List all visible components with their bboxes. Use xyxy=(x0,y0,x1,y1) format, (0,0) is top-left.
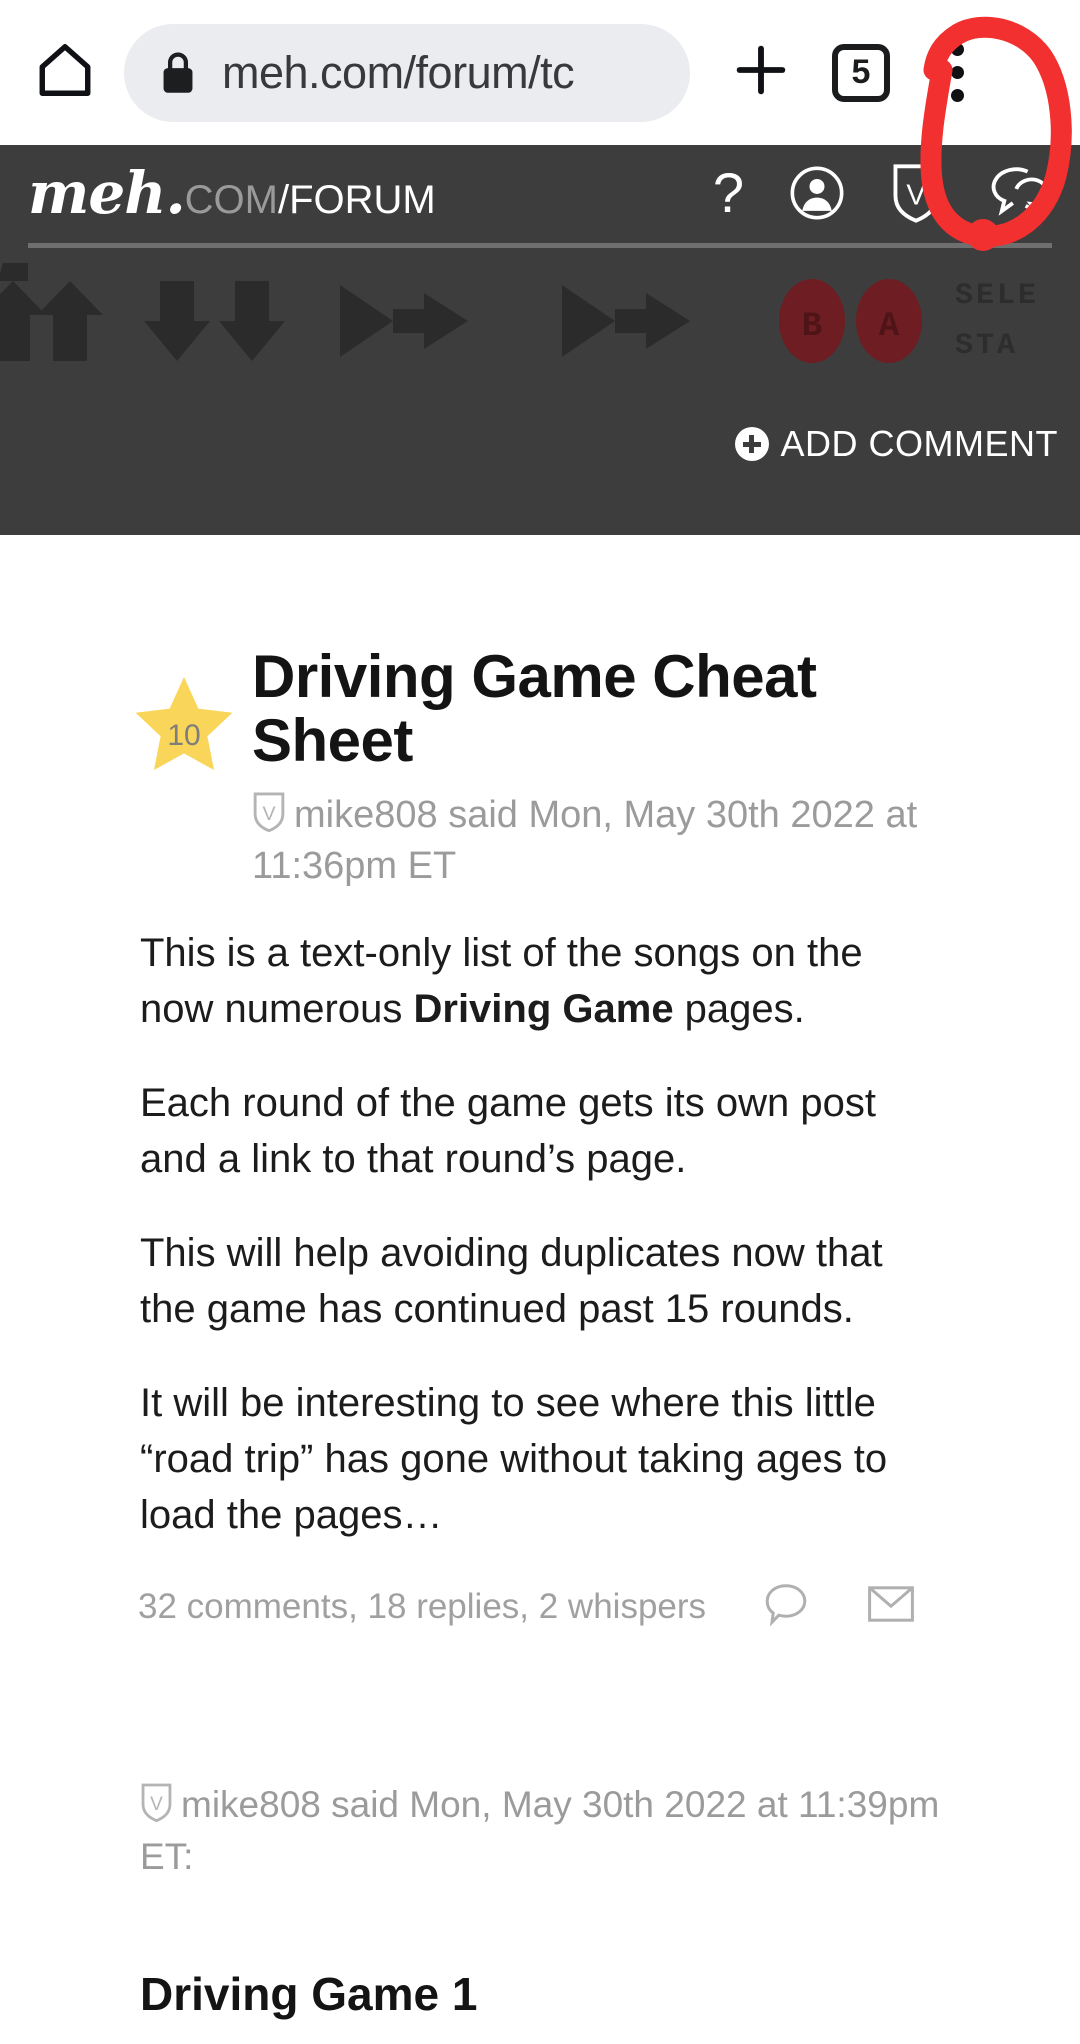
tab-switcher-button[interactable]: 5 xyxy=(832,43,890,102)
post-body: This is a text-only list of the songs on… xyxy=(140,889,940,1543)
header-divider xyxy=(28,243,1052,248)
lock-icon xyxy=(158,50,198,96)
svg-text:V: V xyxy=(262,803,275,825)
page-title[interactable]: Driving Game Cheat Sheet xyxy=(252,644,940,773)
three-dot-menu-icon-dot2 xyxy=(950,66,964,79)
svg-text:A: A xyxy=(879,308,900,346)
svg-text:V: V xyxy=(906,179,926,211)
logo-forum: /FORUM xyxy=(277,177,436,222)
home-icon xyxy=(34,39,96,106)
browser-menu-button[interactable] xyxy=(926,33,988,113)
site-header-top: meh. COM /FORUM ? V xyxy=(0,145,1080,240)
post-byline-text: mike808 said Mon, May 30th 2022 at 11:36… xyxy=(252,794,918,888)
url-bar[interactable]: meh.com/forum/tc xyxy=(124,23,690,122)
post-header: 10 Driving Game Cheat Sheet V mike808 sa… xyxy=(135,535,940,889)
plus-icon xyxy=(729,38,793,107)
vmp-shield-icon[interactable]: V xyxy=(890,162,942,224)
add-comment-button[interactable]: ADD COMMENT xyxy=(734,423,1059,465)
logo-meh: meh. xyxy=(28,158,186,227)
logo-com: COM xyxy=(184,177,278,222)
screen: meh.com/forum/tc 5 meh. COM /FORUM ? V B… xyxy=(0,0,1080,2044)
svg-text:V: V xyxy=(150,1794,163,1815)
vmp-shield-icon-byline-2: V xyxy=(140,1782,173,1834)
site-header-icons: ? V xyxy=(713,162,1058,224)
second-post-byline: V mike808 said Mon, May 30th 2022 at 11:… xyxy=(140,1782,940,1881)
chat-icon[interactable] xyxy=(986,164,1050,222)
tab-count-label: 5 xyxy=(851,53,871,91)
vmp-shield-icon-byline: V xyxy=(252,791,286,844)
help-icon[interactable]: ? xyxy=(712,160,744,224)
paragraph-bold: Driving Game xyxy=(413,987,674,1032)
second-post-subtitle: Driving Game 1 xyxy=(140,1967,478,2020)
post-paragraph: It will be interesting to see where this… xyxy=(140,1381,888,1538)
svg-text:STA: STA xyxy=(955,329,1018,363)
three-dot-menu-icon xyxy=(950,43,964,56)
three-dot-menu-icon-dot3 xyxy=(950,89,964,102)
post-paragraph: This will help avoiding duplicates now t… xyxy=(140,1231,883,1332)
post-title-block: Driving Game Cheat Sheet V mike808 said … xyxy=(252,644,940,889)
post-meta-icons xyxy=(762,1581,916,1632)
svg-text:SELE: SELE xyxy=(955,279,1039,313)
second-post-byline-text: mike808 said Mon, May 30th 2022 at 11:39… xyxy=(140,1784,940,1878)
post-content: 10 Driving Game Cheat Sheet V mike808 sa… xyxy=(0,535,1080,2044)
site-logo[interactable]: meh. COM /FORUM xyxy=(28,159,436,227)
comment-bubble-icon[interactable] xyxy=(762,1581,810,1632)
post-meta-row: 32 comments, 18 replies, 2 whispers xyxy=(138,1581,940,1632)
help-icon-glyph: ? xyxy=(712,160,744,224)
add-comment-label: ADD COMMENT xyxy=(780,423,1058,464)
star-count: 10 xyxy=(167,719,201,752)
star-badge[interactable]: 10 xyxy=(130,673,238,777)
home-button[interactable] xyxy=(28,36,102,110)
konami-code-banner: B A SELE STA xyxy=(0,263,1080,381)
post-meta-counts: 32 comments, 18 replies, 2 whispers xyxy=(138,1586,707,1626)
svg-text:B: B xyxy=(802,308,822,346)
post-paragraph: This is a text-only list of the songs on… xyxy=(140,925,940,1037)
site-header: meh. COM /FORUM ? V B A SELE STA ADD COM… xyxy=(0,145,1080,535)
paragraph-post: pages. xyxy=(673,987,805,1032)
post-paragraph: Each round of the game gets its own post… xyxy=(140,1081,876,1182)
url-text: meh.com/forum/tc xyxy=(222,46,575,98)
new-tab-button[interactable] xyxy=(722,34,800,112)
browser-toolbar: meh.com/forum/tc 5 xyxy=(0,0,1080,145)
plus-circle-icon xyxy=(734,427,769,461)
post-byline: V mike808 said Mon, May 30th 2022 at 11:… xyxy=(252,791,940,889)
account-icon[interactable] xyxy=(788,164,846,222)
second-post: V mike808 said Mon, May 30th 2022 at 11:… xyxy=(140,1632,940,2044)
envelope-icon[interactable] xyxy=(866,1583,916,1630)
